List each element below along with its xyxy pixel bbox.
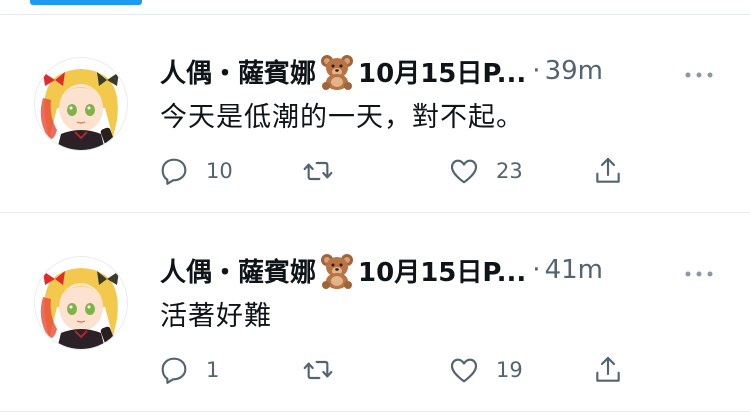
tweet-actions: 1 19 — [158, 350, 638, 390]
name-suffix: 10月15日P... — [358, 58, 527, 89]
tweet-divider — [0, 411, 750, 412]
share-icon — [596, 157, 620, 183]
retweet-button[interactable] — [302, 151, 350, 191]
like-button[interactable]: 19 — [448, 350, 523, 390]
reply-button[interactable]: 1 — [158, 350, 219, 390]
bear-icon — [318, 52, 356, 90]
share-icon — [596, 356, 620, 382]
tweet-header: 人偶・薩賓娜 10月15日P... · 41m — [160, 250, 720, 290]
display-name[interactable]: 人偶・薩賓娜 — [160, 252, 316, 289]
tweet[interactable]: 人偶・薩賓娜 10月15日P... · 41m 活著好難 1 19 — [0, 214, 750, 412]
share-button[interactable] — [592, 350, 624, 390]
reply-button[interactable]: 10 — [158, 151, 233, 191]
heart-icon — [450, 358, 478, 383]
tweet-timestamp[interactable]: 39m — [545, 56, 603, 86]
like-button[interactable]: 23 — [448, 151, 523, 191]
separator-dot: · — [532, 255, 541, 285]
avatar[interactable] — [34, 256, 128, 350]
tweet[interactable]: 人偶・薩賓娜 10月15日P... · 39m 今天是低潮的一天，對不起。 10… — [0, 15, 750, 213]
more-icon[interactable] — [684, 65, 714, 78]
tweet-actions: 10 23 — [158, 151, 638, 191]
tweet-header: 人偶・薩賓娜 10月15日P... · 39m — [160, 51, 720, 91]
reply-count: 1 — [206, 358, 220, 382]
like-count: 19 — [496, 358, 523, 382]
retweet-icon — [303, 161, 333, 181]
tweet-timestamp[interactable]: 41m — [545, 255, 603, 285]
more-icon[interactable] — [684, 264, 714, 277]
display-name[interactable]: 人偶・薩賓娜 — [160, 53, 316, 90]
tweet-text: 今天是低潮的一天，對不起。 — [160, 102, 524, 133]
reply-count: 10 — [206, 159, 233, 183]
avatar[interactable] — [34, 57, 128, 151]
reply-icon — [161, 158, 187, 185]
like-count: 23 — [496, 159, 523, 183]
share-button[interactable] — [592, 151, 624, 191]
separator-dot: · — [532, 56, 541, 86]
reply-icon — [161, 357, 187, 384]
tweet-text: 活著好難 — [160, 301, 272, 332]
tab-indicator — [30, 0, 142, 5]
name-suffix: 10月15日P... — [358, 257, 527, 288]
retweet-icon — [303, 360, 333, 380]
bear-icon — [318, 251, 356, 289]
retweet-button[interactable] — [302, 350, 350, 390]
tweet-divider — [0, 212, 750, 213]
heart-icon — [450, 159, 478, 184]
